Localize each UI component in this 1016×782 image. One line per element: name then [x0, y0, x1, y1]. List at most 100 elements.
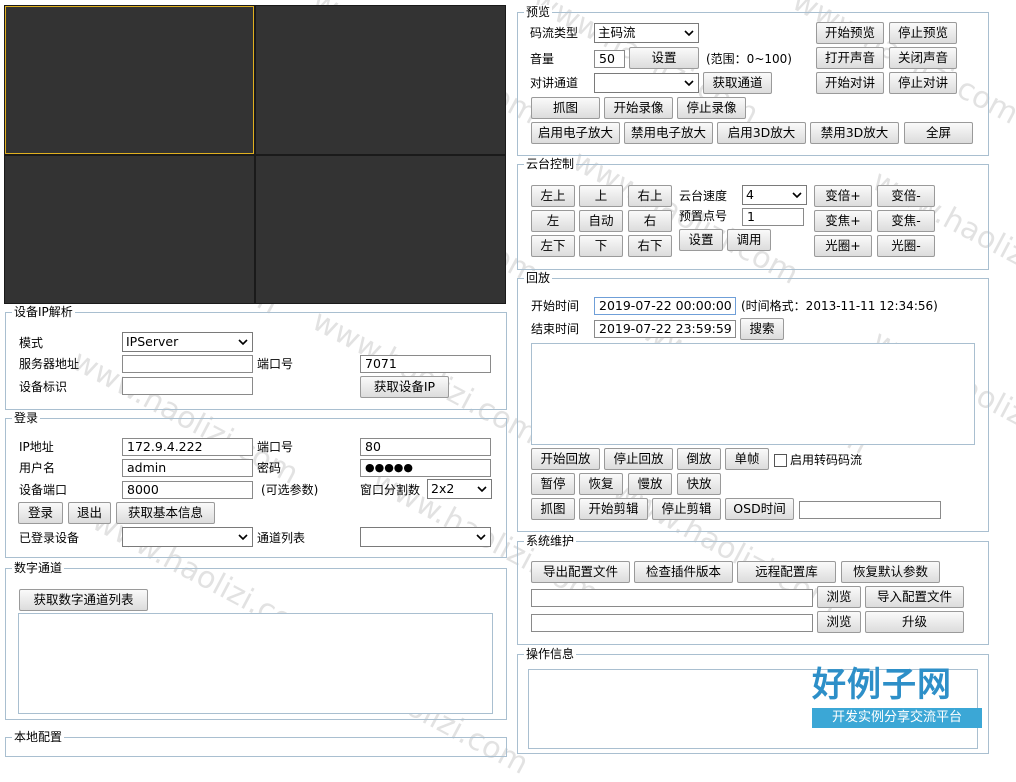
- ptz-speed-select[interactable]: 4: [742, 185, 807, 205]
- ptz-down-button[interactable]: 下: [579, 235, 623, 257]
- mode-select[interactable]: IPServer: [122, 332, 253, 352]
- set-volume-button[interactable]: 设置: [629, 47, 699, 69]
- stop-playback-button[interactable]: 停止回放: [604, 448, 673, 470]
- stop-preview-button[interactable]: 停止预览: [889, 22, 957, 44]
- login-button[interactable]: 登录: [18, 502, 63, 524]
- split-select[interactable]: 2x2: [427, 479, 492, 499]
- password-label: 密码: [257, 461, 282, 475]
- remote-config-button[interactable]: 远程配置库: [737, 561, 836, 583]
- search-button[interactable]: 搜索: [740, 318, 784, 340]
- iris-in-button[interactable]: 光圈+: [814, 235, 872, 257]
- stream-type-select[interactable]: 主码流: [594, 23, 699, 43]
- start-record-button[interactable]: 开始录像: [604, 97, 673, 119]
- get-device-ip-button[interactable]: 获取设备IP: [360, 376, 449, 398]
- video-cell[interactable]: [5, 156, 254, 303]
- logged-devices-select[interactable]: [122, 527, 253, 547]
- volume-input[interactable]: 50: [594, 50, 625, 68]
- end-time-label: 结束时间: [531, 322, 580, 336]
- osd-time-input[interactable]: [799, 501, 941, 519]
- focus-out-button[interactable]: 变焦-: [877, 210, 935, 232]
- server-input[interactable]: [122, 355, 253, 373]
- login-port-label: 端口号: [257, 440, 294, 454]
- ptz-downright-button[interactable]: 右下: [628, 235, 672, 257]
- talk-channel-select[interactable]: [594, 73, 699, 93]
- transcode-checkbox[interactable]: [774, 454, 787, 467]
- preview-legend: 预览: [524, 5, 553, 19]
- get-channel-button[interactable]: 获取通道: [703, 72, 772, 94]
- ipparse-port-input[interactable]: 7071: [360, 355, 491, 373]
- video-cell[interactable]: [256, 6, 505, 154]
- start-talk-button[interactable]: 开始对讲: [816, 72, 884, 94]
- fast-button[interactable]: 快放: [677, 473, 721, 495]
- check-plugin-button[interactable]: 检查插件版本: [634, 561, 733, 583]
- video-grid: [4, 5, 506, 304]
- username-input[interactable]: admin: [122, 459, 253, 477]
- export-config-button[interactable]: 导出配置文件: [531, 561, 630, 583]
- preset-call-button[interactable]: 调用: [727, 229, 771, 251]
- slow-button[interactable]: 慢放: [628, 473, 672, 495]
- iris-out-button[interactable]: 光圈-: [877, 235, 935, 257]
- zoom-in-button[interactable]: 变倍+: [814, 185, 872, 207]
- local-legend: 本地配置: [12, 730, 65, 744]
- channel-list-select[interactable]: [360, 527, 491, 547]
- reverse-playback-button[interactable]: 倒放: [677, 448, 721, 470]
- disable-3d-zoom-button[interactable]: 禁用3D放大: [810, 122, 899, 144]
- preset-set-button[interactable]: 设置: [679, 229, 723, 251]
- mode-label: 模式: [19, 336, 44, 350]
- config-file-input[interactable]: [531, 589, 813, 607]
- video-cell[interactable]: [256, 156, 505, 303]
- stop-talk-button[interactable]: 停止对讲: [889, 72, 957, 94]
- upgrade-file-input[interactable]: [531, 614, 813, 632]
- ptz-downleft-button[interactable]: 左下: [531, 235, 575, 257]
- start-preview-button[interactable]: 开始预览: [816, 22, 884, 44]
- browse-upgrade-button[interactable]: 浏览: [817, 611, 861, 633]
- record-list[interactable]: [531, 343, 975, 445]
- stream-type-label: 码流类型: [530, 26, 579, 40]
- close-sound-button[interactable]: 关闭声音: [889, 47, 957, 69]
- ip-input[interactable]: 172.9.4.222: [122, 438, 253, 456]
- devid-input[interactable]: [122, 377, 253, 395]
- ptz-right-button[interactable]: 右: [628, 210, 672, 232]
- get-basic-info-button[interactable]: 获取基本信息: [116, 502, 215, 524]
- get-digital-channels-button[interactable]: 获取数字通道列表: [19, 589, 148, 611]
- login-port-input[interactable]: 80: [360, 438, 491, 456]
- import-config-button[interactable]: 导入配置文件: [865, 586, 964, 608]
- start-time-input[interactable]: 2019-07-22 00:00:00: [594, 297, 736, 315]
- capture-button[interactable]: 抓图: [531, 97, 600, 119]
- focus-in-button[interactable]: 变焦+: [814, 210, 872, 232]
- single-frame-button[interactable]: 单帧: [725, 448, 769, 470]
- start-clip-button[interactable]: 开始剪辑: [579, 498, 648, 520]
- preset-input[interactable]: 1: [742, 208, 804, 226]
- disable-ezoom-button[interactable]: 禁用电子放大: [624, 122, 713, 144]
- stop-clip-button[interactable]: 停止剪辑: [652, 498, 721, 520]
- digital-channel-list[interactable]: [18, 613, 493, 714]
- chevron-down-icon: [476, 534, 486, 541]
- browse-config-button[interactable]: 浏览: [817, 586, 861, 608]
- upgrade-button[interactable]: 升级: [865, 611, 964, 633]
- zoom-out-button[interactable]: 变倍-: [877, 185, 935, 207]
- logged-devices-label: 已登录设备: [19, 531, 80, 545]
- ptz-upright-button[interactable]: 右上: [628, 185, 672, 207]
- start-playback-button[interactable]: 开始回放: [531, 448, 600, 470]
- logo-subtitle: 开发实例分享交流平台: [812, 708, 982, 728]
- password-input[interactable]: ●●●●●: [360, 459, 491, 477]
- video-cell[interactable]: [5, 6, 254, 154]
- end-time-input[interactable]: 2019-07-22 23:59:59: [594, 320, 736, 338]
- enable-ezoom-button[interactable]: 启用电子放大: [531, 122, 620, 144]
- osd-time-button[interactable]: OSD时间: [725, 498, 794, 520]
- resume-button[interactable]: 恢复: [579, 473, 623, 495]
- ptz-upleft-button[interactable]: 左上: [531, 185, 575, 207]
- talk-channel-label: 对讲通道: [530, 76, 579, 90]
- open-sound-button[interactable]: 打开声音: [816, 47, 884, 69]
- enable-3d-zoom-button[interactable]: 启用3D放大: [717, 122, 806, 144]
- playback-capture-button[interactable]: 抓图: [531, 498, 575, 520]
- stop-record-button[interactable]: 停止录像: [677, 97, 746, 119]
- ptz-up-button[interactable]: 上: [579, 185, 623, 207]
- fullscreen-button[interactable]: 全屏: [904, 122, 973, 144]
- restore-default-button[interactable]: 恢复默认参数: [841, 561, 940, 583]
- logout-button[interactable]: 退出: [68, 502, 111, 524]
- pause-button[interactable]: 暂停: [531, 473, 575, 495]
- ptz-auto-button[interactable]: 自动: [579, 210, 623, 232]
- ptz-left-button[interactable]: 左: [531, 210, 575, 232]
- device-port-input[interactable]: 8000: [122, 481, 253, 499]
